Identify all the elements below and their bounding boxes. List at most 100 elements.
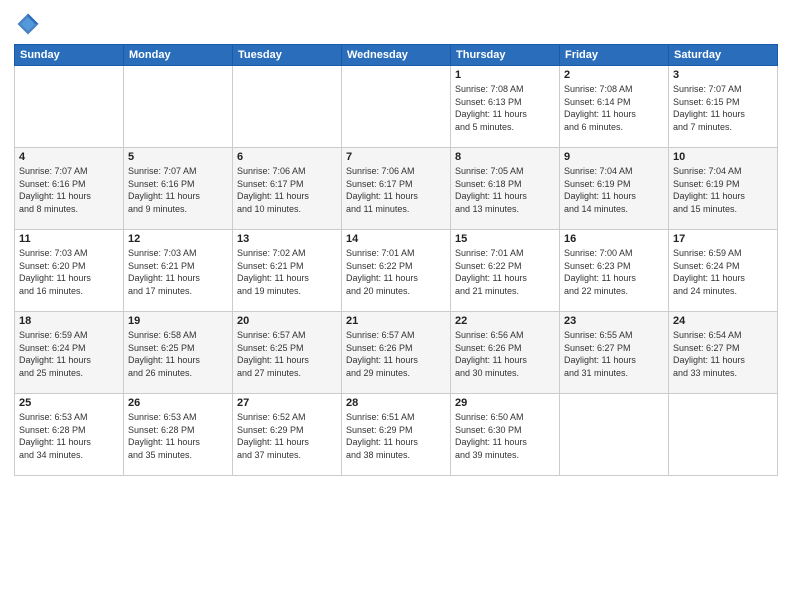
header (14, 10, 778, 38)
day-info: Sunrise: 6:58 AM Sunset: 6:25 PM Dayligh… (128, 329, 228, 379)
day-number: 14 (346, 233, 446, 245)
day-number: 25 (19, 397, 119, 409)
calendar-cell: 2 Sunrise: 7:08 AM Sunset: 6:14 PM Daylig… (560, 66, 669, 148)
day-number: 3 (673, 69, 773, 81)
calendar-cell (124, 66, 233, 148)
day-info: Sunrise: 7:08 AM Sunset: 6:13 PM Dayligh… (455, 83, 555, 133)
day-info: Sunrise: 7:06 AM Sunset: 6:17 PM Dayligh… (346, 165, 446, 215)
calendar-cell: 25 Sunrise: 6:53 AM Sunset: 6:28 PM Dayli… (15, 394, 124, 476)
calendar-week-row: 25 Sunrise: 6:53 AM Sunset: 6:28 PM Dayli… (15, 394, 778, 476)
day-number: 15 (455, 233, 555, 245)
day-info: Sunrise: 7:03 AM Sunset: 6:20 PM Dayligh… (19, 247, 119, 297)
day-number: 18 (19, 315, 119, 327)
day-info: Sunrise: 7:06 AM Sunset: 6:17 PM Dayligh… (237, 165, 337, 215)
calendar-cell: 1Sunrise: 7:08 AM Sunset: 6:13 PM Daylig… (451, 66, 560, 148)
day-number: 10 (673, 151, 773, 163)
calendar-week-row: 1Sunrise: 7:08 AM Sunset: 6:13 PM Daylig… (15, 66, 778, 148)
day-number: 28 (346, 397, 446, 409)
calendar-table: SundayMondayTuesdayWednesdayThursdayFrid… (14, 44, 778, 476)
calendar-header-cell: Saturday (669, 45, 778, 66)
day-number: 26 (128, 397, 228, 409)
day-number: 16 (564, 233, 664, 245)
day-number: 13 (237, 233, 337, 245)
calendar-week-row: 18 Sunrise: 6:59 AM Sunset: 6:24 PM Dayli… (15, 312, 778, 394)
day-info: Sunrise: 7:04 AM Sunset: 6:19 PM Dayligh… (564, 165, 664, 215)
day-info: Sunrise: 7:04 AM Sunset: 6:19 PM Dayligh… (673, 165, 773, 215)
calendar-cell: 21 Sunrise: 6:57 AM Sunset: 6:26 PM Dayli… (342, 312, 451, 394)
calendar-cell: 9 Sunrise: 7:04 AM Sunset: 6:19 PM Daylig… (560, 148, 669, 230)
calendar-cell: 20 Sunrise: 6:57 AM Sunset: 6:25 PM Dayli… (233, 312, 342, 394)
day-number: 17 (673, 233, 773, 245)
day-info: Sunrise: 7:01 AM Sunset: 6:22 PM Dayligh… (346, 247, 446, 297)
calendar-cell: 7 Sunrise: 7:06 AM Sunset: 6:17 PM Daylig… (342, 148, 451, 230)
calendar-cell (342, 66, 451, 148)
calendar-cell: 28 Sunrise: 6:51 AM Sunset: 6:29 PM Dayli… (342, 394, 451, 476)
day-number: 12 (128, 233, 228, 245)
day-number: 21 (346, 315, 446, 327)
calendar-cell: 26 Sunrise: 6:53 AM Sunset: 6:28 PM Dayli… (124, 394, 233, 476)
day-info: Sunrise: 6:53 AM Sunset: 6:28 PM Dayligh… (19, 411, 119, 461)
calendar-header-cell: Thursday (451, 45, 560, 66)
calendar-cell: 27 Sunrise: 6:52 AM Sunset: 6:29 PM Dayli… (233, 394, 342, 476)
day-number: 20 (237, 315, 337, 327)
calendar-cell: 3 Sunrise: 7:07 AM Sunset: 6:15 PM Daylig… (669, 66, 778, 148)
calendar-cell: 19 Sunrise: 6:58 AM Sunset: 6:25 PM Dayli… (124, 312, 233, 394)
day-info: Sunrise: 6:53 AM Sunset: 6:28 PM Dayligh… (128, 411, 228, 461)
calendar-cell: 29Sunrise: 6:50 AM Sunset: 6:30 PM Dayli… (451, 394, 560, 476)
calendar-body: 1Sunrise: 7:08 AM Sunset: 6:13 PM Daylig… (15, 66, 778, 476)
calendar-cell (560, 394, 669, 476)
day-info: Sunrise: 6:57 AM Sunset: 6:26 PM Dayligh… (346, 329, 446, 379)
day-number: 19 (128, 315, 228, 327)
day-info: Sunrise: 6:50 AM Sunset: 6:30 PM Dayligh… (455, 411, 555, 461)
day-info: Sunrise: 6:51 AM Sunset: 6:29 PM Dayligh… (346, 411, 446, 461)
calendar-cell: 23Sunrise: 6:55 AM Sunset: 6:27 PM Dayli… (560, 312, 669, 394)
day-info: Sunrise: 7:02 AM Sunset: 6:21 PM Dayligh… (237, 247, 337, 297)
day-info: Sunrise: 7:07 AM Sunset: 6:15 PM Dayligh… (673, 83, 773, 133)
calendar-header-cell: Friday (560, 45, 669, 66)
day-number: 4 (19, 151, 119, 163)
day-info: Sunrise: 6:56 AM Sunset: 6:26 PM Dayligh… (455, 329, 555, 379)
day-number: 9 (564, 151, 664, 163)
calendar-header-row: SundayMondayTuesdayWednesdayThursdayFrid… (15, 45, 778, 66)
day-info: Sunrise: 6:52 AM Sunset: 6:29 PM Dayligh… (237, 411, 337, 461)
calendar-week-row: 11 Sunrise: 7:03 AM Sunset: 6:20 PM Dayli… (15, 230, 778, 312)
calendar-cell: 22 Sunrise: 6:56 AM Sunset: 6:26 PM Dayli… (451, 312, 560, 394)
calendar-cell (233, 66, 342, 148)
calendar-cell (669, 394, 778, 476)
calendar-header-cell: Sunday (15, 45, 124, 66)
logo-icon (14, 10, 42, 38)
day-info: Sunrise: 6:57 AM Sunset: 6:25 PM Dayligh… (237, 329, 337, 379)
day-info: Sunrise: 6:54 AM Sunset: 6:27 PM Dayligh… (673, 329, 773, 379)
day-info: Sunrise: 7:05 AM Sunset: 6:18 PM Dayligh… (455, 165, 555, 215)
calendar-cell: 14 Sunrise: 7:01 AM Sunset: 6:22 PM Dayli… (342, 230, 451, 312)
calendar-cell: 6 Sunrise: 7:06 AM Sunset: 6:17 PM Daylig… (233, 148, 342, 230)
calendar-header-cell: Tuesday (233, 45, 342, 66)
day-info: Sunrise: 6:59 AM Sunset: 6:24 PM Dayligh… (19, 329, 119, 379)
day-number: 11 (19, 233, 119, 245)
day-number: 24 (673, 315, 773, 327)
calendar-cell: 18 Sunrise: 6:59 AM Sunset: 6:24 PM Dayli… (15, 312, 124, 394)
page: SundayMondayTuesdayWednesdayThursdayFrid… (0, 0, 792, 612)
calendar-cell: 10 Sunrise: 7:04 AM Sunset: 6:19 PM Dayli… (669, 148, 778, 230)
calendar-cell: 4 Sunrise: 7:07 AM Sunset: 6:16 PM Daylig… (15, 148, 124, 230)
calendar-cell: 17 Sunrise: 6:59 AM Sunset: 6:24 PM Dayli… (669, 230, 778, 312)
day-info: Sunrise: 7:01 AM Sunset: 6:22 PM Dayligh… (455, 247, 555, 297)
day-info: Sunrise: 7:00 AM Sunset: 6:23 PM Dayligh… (564, 247, 664, 297)
day-number: 7 (346, 151, 446, 163)
day-info: Sunrise: 6:59 AM Sunset: 6:24 PM Dayligh… (673, 247, 773, 297)
day-number: 27 (237, 397, 337, 409)
day-number: 5 (128, 151, 228, 163)
day-number: 2 (564, 69, 664, 81)
day-info: Sunrise: 6:55 AM Sunset: 6:27 PM Dayligh… (564, 329, 664, 379)
calendar-week-row: 4 Sunrise: 7:07 AM Sunset: 6:16 PM Daylig… (15, 148, 778, 230)
logo (14, 10, 46, 38)
day-number: 22 (455, 315, 555, 327)
calendar-cell: 16 Sunrise: 7:00 AM Sunset: 6:23 PM Dayli… (560, 230, 669, 312)
day-info: Sunrise: 7:07 AM Sunset: 6:16 PM Dayligh… (19, 165, 119, 215)
day-info: Sunrise: 7:03 AM Sunset: 6:21 PM Dayligh… (128, 247, 228, 297)
calendar-cell: 5Sunrise: 7:07 AM Sunset: 6:16 PM Daylig… (124, 148, 233, 230)
calendar-header-cell: Monday (124, 45, 233, 66)
day-info: Sunrise: 7:08 AM Sunset: 6:14 PM Dayligh… (564, 83, 664, 133)
day-number: 6 (237, 151, 337, 163)
calendar-cell: 8Sunrise: 7:05 AM Sunset: 6:18 PM Daylig… (451, 148, 560, 230)
